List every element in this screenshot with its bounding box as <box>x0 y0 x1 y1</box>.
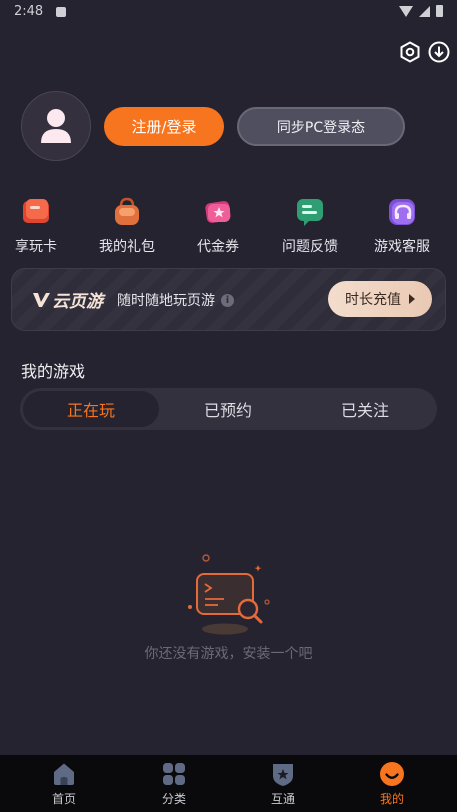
tab-playing[interactable]: 正在玩 <box>23 391 159 427</box>
info-icon[interactable]: i <box>221 293 234 307</box>
empty-games-illustration <box>180 551 276 641</box>
shortcut-feedback[interactable]: 问题反馈 <box>270 196 350 260</box>
home-icon <box>51 761 77 787</box>
tab-reserved[interactable]: 已预约 <box>160 391 296 427</box>
voucher-icon <box>202 196 234 228</box>
banner-tagline: 随时随地玩页游 i <box>117 290 234 310</box>
bottom-navigation: 首页 分类 互通 我的 <box>0 755 457 812</box>
grid-icon <box>161 761 187 787</box>
nav-label: 首页 <box>51 792 76 806</box>
battery-icon <box>436 5 443 17</box>
user-icon <box>41 109 71 143</box>
cloud-game-banner[interactable]: 云页游 随时随地玩页游 i 时长充值 <box>11 268 446 331</box>
download-icon[interactable] <box>428 41 450 63</box>
shortcut-gift[interactable]: 我的礼包 <box>87 196 167 260</box>
login-button[interactable]: 注册/登录 <box>104 107 224 146</box>
gift-bag-icon <box>111 196 143 228</box>
my-games-title: 我的游戏 <box>21 362 86 381</box>
signal-icon <box>419 5 430 17</box>
cloud-game-logo: 云页游 <box>32 287 103 312</box>
v-logo-icon <box>33 292 50 307</box>
card-icon <box>20 196 52 228</box>
my-games-tabs: 正在玩 已预约 已关注 <box>20 388 437 430</box>
recharge-label: 时长充值 <box>345 292 401 308</box>
smile-icon <box>379 761 405 787</box>
sync-pc-login-button[interactable]: 同步PC登录态 <box>237 107 405 146</box>
status-time: 2:48 <box>14 4 44 19</box>
shield-icon <box>270 761 296 787</box>
nav-label: 分类 <box>161 792 186 806</box>
tagline-text: 随时随地玩页游 <box>117 293 215 309</box>
headset-icon <box>386 196 418 228</box>
tab-followed[interactable]: 已关注 <box>297 391 433 427</box>
recharge-button[interactable]: 时长充值 <box>328 281 432 317</box>
nav-interconnect[interactable]: 互通 <box>243 761 323 807</box>
shortcut-label: 享玩卡 <box>15 239 57 255</box>
play-arrow-icon <box>409 294 415 304</box>
shortcut-customer-service[interactable]: 游戏客服 <box>362 196 442 260</box>
nav-mine[interactable]: 我的 <box>352 761 432 807</box>
shortcut-label: 问题反馈 <box>282 239 338 255</box>
nav-home[interactable]: 首页 <box>24 761 104 807</box>
empty-state-text: 你还没有游戏，安装一个吧 <box>144 646 313 662</box>
settings-icon[interactable] <box>399 41 421 63</box>
shortcut-label: 游戏客服 <box>374 239 430 255</box>
status-bar: 2:48 <box>0 0 457 26</box>
notification-icon <box>56 7 66 17</box>
nav-category[interactable]: 分类 <box>134 761 214 807</box>
shortcut-voucher[interactable]: 代金券 <box>178 196 258 260</box>
status-indicators <box>399 5 443 17</box>
shortcut-label: 代金券 <box>197 239 239 255</box>
shortcut-card[interactable]: 享玩卡 <box>0 196 76 260</box>
nav-label: 我的 <box>379 792 404 806</box>
brand-name: 云页游 <box>52 292 103 312</box>
nav-label: 互通 <box>270 792 295 806</box>
shortcut-label: 我的礼包 <box>99 239 155 255</box>
feedback-icon <box>294 196 326 228</box>
wifi-icon <box>399 5 413 17</box>
avatar[interactable] <box>21 91 91 161</box>
